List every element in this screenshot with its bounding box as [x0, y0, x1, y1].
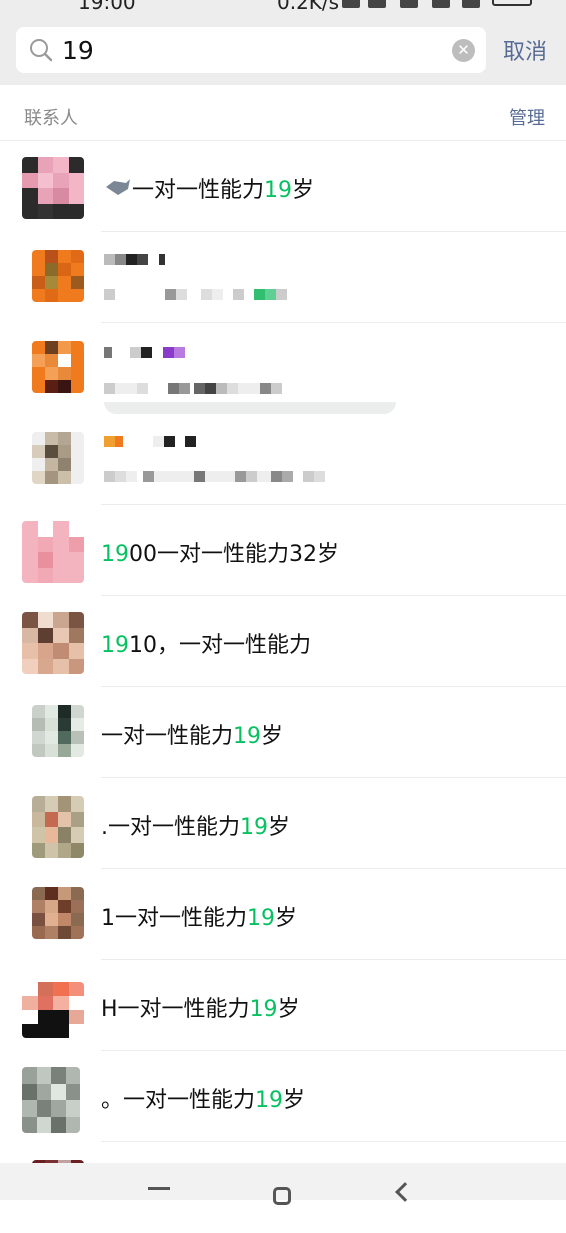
status-bar: 19:00 0.2K/s: [0, 0, 566, 14]
avatar: [32, 432, 84, 484]
search-header: ✕ 取消: [0, 14, 566, 85]
pixelated-name: [104, 436, 196, 447]
contact-row[interactable]: 一对一性能力19岁: [0, 141, 566, 232]
contact-name: H一对一性能力19岁: [101, 997, 300, 1022]
search-input[interactable]: [62, 31, 442, 69]
contact-row[interactable]: [0, 232, 566, 323]
hd-icon: [368, 0, 386, 8]
avatar: [22, 982, 84, 1038]
avatar: [32, 250, 84, 302]
contact-row[interactable]: 1910，一对一性能力: [0, 596, 566, 687]
pixelated-name: [104, 347, 185, 358]
pixelated-subtitle: [104, 383, 282, 394]
avatar: [32, 796, 84, 858]
contact-name: 1900一对一性能力32岁: [101, 542, 339, 567]
pixelated-subtitle: [104, 471, 325, 482]
avatar: [32, 705, 84, 757]
fish-emoji-icon: [106, 179, 130, 195]
contact-row[interactable]: [0, 414, 566, 505]
clear-icon[interactable]: ✕: [452, 39, 475, 62]
pixelated-name: [104, 254, 165, 265]
avatar: [32, 341, 84, 393]
contact-row[interactable]: H一对一性能力19岁: [0, 960, 566, 1051]
search-icon: [30, 39, 53, 62]
manage-button[interactable]: 管理: [509, 104, 545, 130]
contact-row[interactable]: 1900一对一性能力32岁: [0, 505, 566, 596]
network-speed: 0.2K/s: [277, 0, 340, 14]
avatar: [22, 1067, 80, 1133]
contact-name: .一对一性能力19岁: [101, 815, 291, 840]
hd-icon-2: [432, 0, 450, 8]
cancel-button[interactable]: 取消: [503, 34, 547, 66]
avatar: [22, 157, 84, 219]
contact-row[interactable]: .一对一性能力19岁: [0, 778, 566, 869]
contact-name: 一对一性能力19岁: [101, 724, 284, 749]
search-box[interactable]: ✕: [16, 27, 486, 73]
contact-list: 一对一性能力19岁 1900一对一性能力32岁 1910，一对一性能力 一对一性…: [0, 141, 566, 1233]
contacts-section-header: 联系人 管理: [0, 85, 566, 141]
avatar: [32, 887, 84, 939]
contact-name: 一对一性能力19岁: [132, 178, 315, 203]
system-nav-bar: [0, 1163, 566, 1205]
signal-icon-2: [462, 0, 480, 8]
back-icon[interactable]: [395, 1182, 415, 1202]
contact-name: 。一对一性能力19岁: [101, 1088, 306, 1113]
battery-icon: [492, 0, 532, 6]
contact-name: 1910，一对一性能力: [101, 633, 311, 658]
signal-icon: [400, 0, 418, 8]
menu-icon[interactable]: [148, 1187, 170, 1190]
avatar: [22, 521, 84, 583]
divider: [104, 402, 396, 414]
pixelated-subtitle: [104, 289, 287, 300]
avatar: [22, 612, 84, 674]
contact-row[interactable]: 。一对一性能力19岁: [0, 1051, 566, 1142]
contact-row[interactable]: 一对一性能力19岁: [0, 687, 566, 778]
contact-name: 1一对一性能力19岁: [101, 906, 298, 931]
alarm-icon: [342, 0, 360, 8]
home-icon[interactable]: [273, 1187, 291, 1205]
contact-row[interactable]: 1一对一性能力19岁: [0, 869, 566, 960]
status-time: 19:00: [78, 0, 136, 14]
contact-row[interactable]: [0, 323, 566, 414]
section-title: 联系人: [24, 108, 78, 129]
